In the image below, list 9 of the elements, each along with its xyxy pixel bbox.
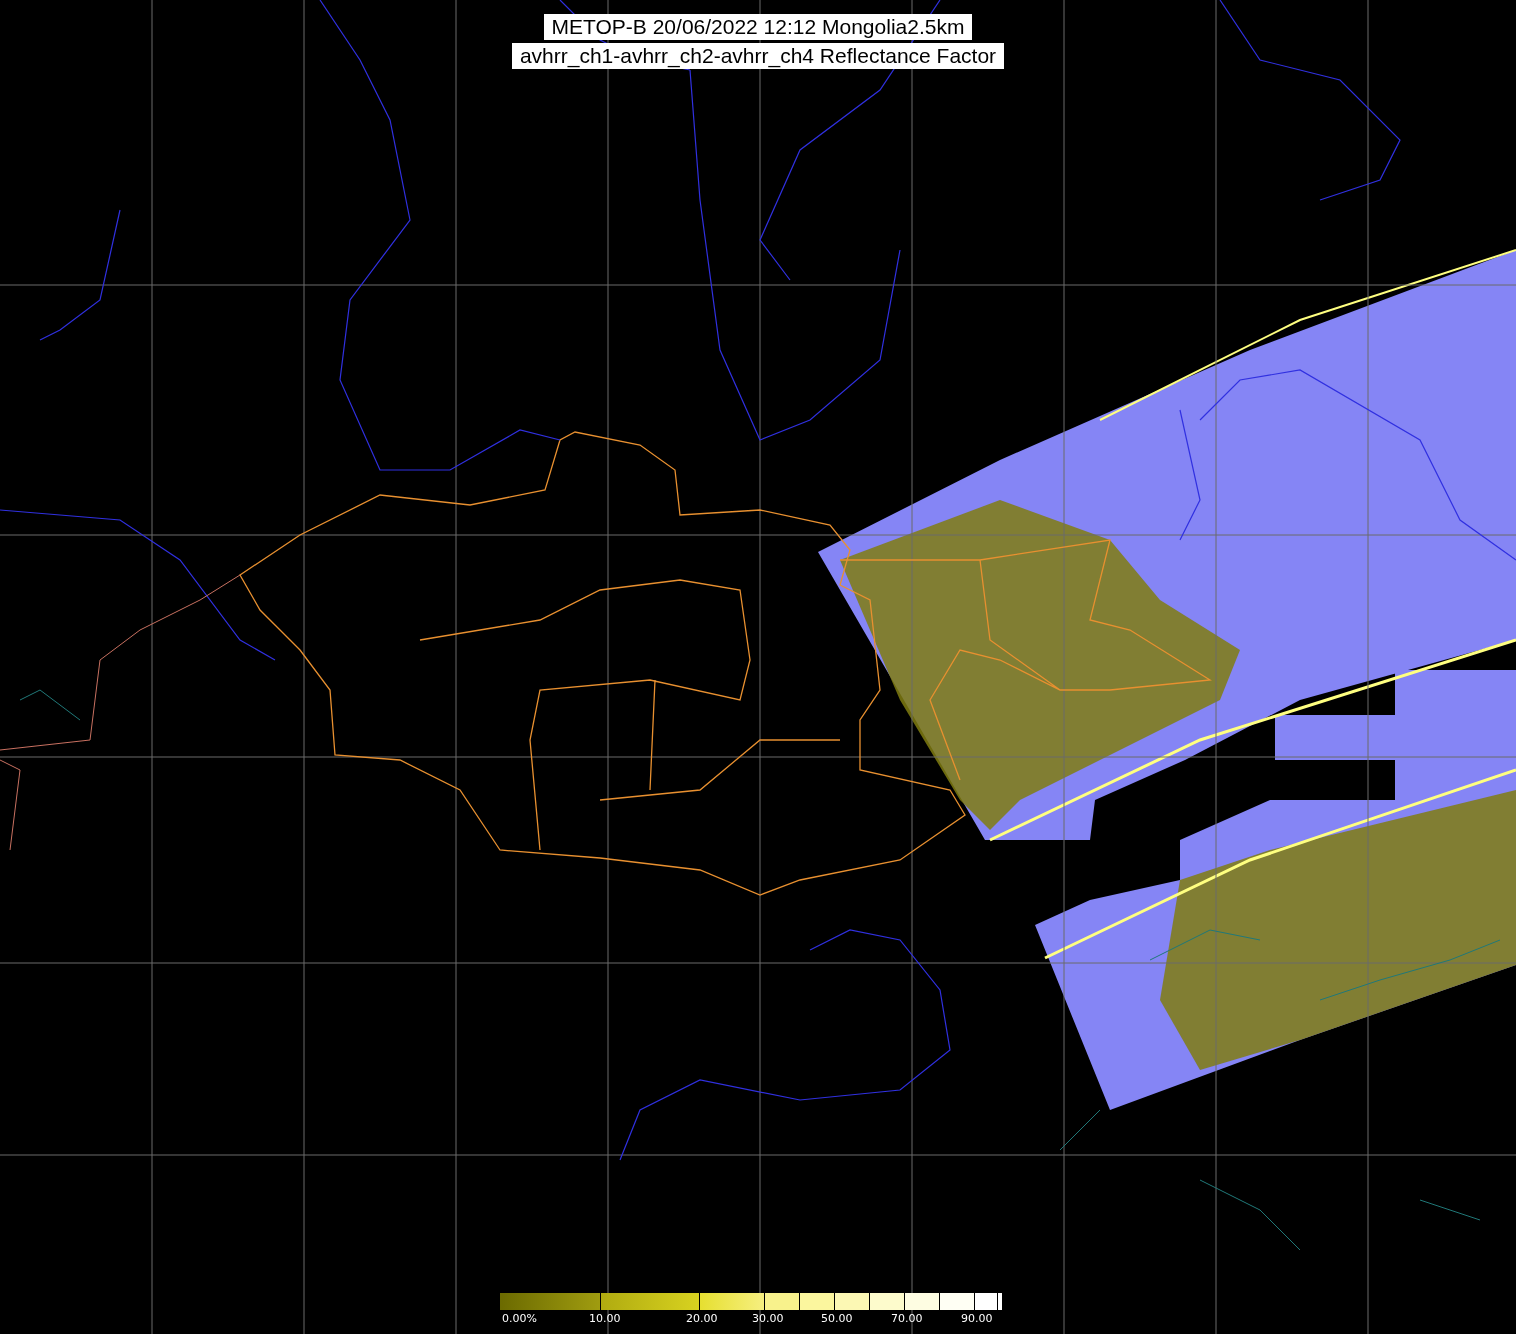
scale-label: 90.00	[961, 1312, 993, 1325]
image-title: METOP-B 20/06/2022 12:12 Mongolia2.5km	[543, 14, 973, 40]
image-title: avhrr_ch1-avhrr_ch2-avhrr_ch4 Reflectance Factor	[511, 43, 1005, 69]
scale-label: 0.00%	[502, 1312, 537, 1325]
scale-label: 20.00	[686, 1312, 718, 1325]
scale-label: 30.00	[752, 1312, 784, 1325]
scale-label: 10.00	[589, 1312, 621, 1325]
scale-label: 50.00	[821, 1312, 853, 1325]
scale-label: 70.00	[891, 1312, 923, 1325]
